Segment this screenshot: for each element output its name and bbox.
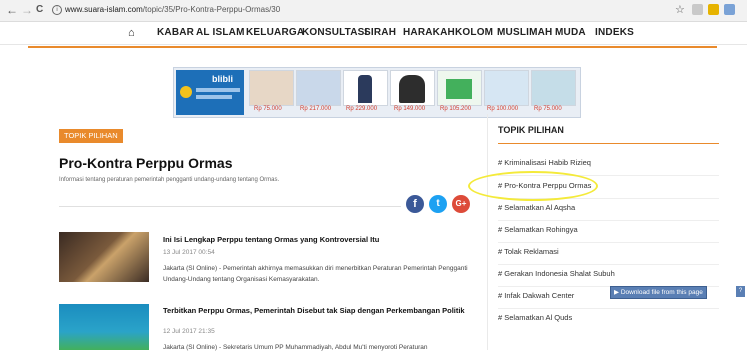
nav-item-konsultasi[interactable]: KONSULTASI bbox=[302, 27, 368, 38]
sidebar-separator bbox=[498, 264, 719, 265]
sidebar-title-underline bbox=[498, 143, 719, 144]
ad-product-image bbox=[484, 70, 529, 106]
sidebar-topic-link[interactable]: # Selamatkan Al Aqsha bbox=[498, 203, 718, 212]
sidebar-topic-link[interactable]: # Gerakan Indonesia Shalat Subuh bbox=[498, 269, 718, 278]
sidebar-separator bbox=[498, 220, 719, 221]
ad-price: Rp 229.000 bbox=[346, 106, 378, 112]
page-title: Pro-Kontra Perppu Ormas bbox=[59, 155, 233, 171]
nav-item-indeks[interactable]: INDEKS bbox=[595, 27, 634, 38]
nav-item-kolom[interactable]: KOLOM bbox=[455, 27, 493, 38]
download-file-button[interactable]: ▶ Download file from this page bbox=[610, 286, 707, 299]
extension-icon[interactable] bbox=[724, 4, 735, 15]
sidebar-title: TOPIK PILIHAN bbox=[498, 125, 564, 135]
nav-divider bbox=[28, 46, 717, 48]
ad-brand-name: blibli bbox=[212, 74, 233, 84]
ad-product-image bbox=[390, 70, 435, 106]
ad-product-image bbox=[249, 70, 294, 106]
ad-brand-logo: blibli bbox=[176, 70, 244, 115]
nav-item-harakah[interactable]: HARAKAH bbox=[403, 27, 455, 38]
sidebar: TOPIK PILIHAN # Kriminalisasi Habib Rizi… bbox=[487, 114, 721, 350]
ad-price: Rp 217.000 bbox=[300, 106, 332, 112]
ad-price: Rp 75.000 bbox=[534, 106, 562, 112]
nav-item-al-islam[interactable]: AL ISLAM bbox=[196, 27, 245, 38]
highlight-circle bbox=[468, 171, 598, 201]
nav-item-sirah[interactable]: SIRAH bbox=[364, 27, 396, 38]
twitter-share-icon[interactable]: t bbox=[429, 195, 447, 213]
content-divider bbox=[59, 206, 401, 207]
ad-text-line bbox=[196, 88, 240, 92]
download-label: Download file from this page bbox=[620, 289, 703, 296]
ad-text-line bbox=[196, 95, 232, 99]
ad-price: Rp 75.000 bbox=[254, 106, 282, 112]
article-title[interactable]: Ini Isi Lengkap Perppu tentang Ormas yan… bbox=[163, 234, 468, 245]
ad-banner[interactable]: blibli Rp 75.000 Rp 217.000 Rp 229.000 R… bbox=[173, 67, 581, 118]
nav-item-kabar[interactable]: KABAR bbox=[157, 27, 194, 38]
bookmark-star-icon[interactable]: ☆ bbox=[675, 3, 685, 17]
article-date: 13 Jul 2017 00:54 bbox=[163, 249, 215, 256]
home-icon[interactable]: ⌂ bbox=[128, 27, 135, 39]
url-host: www.suara-islam.com bbox=[65, 5, 143, 14]
url-path: /topic/35/Pro-Kontra-Perppu-Ormas/30 bbox=[142, 5, 281, 14]
forward-arrow-icon[interactable]: → bbox=[21, 3, 33, 17]
site-navigation: ⌂ KABAR AL ISLAM KELUARGA KONSULTASI SIR… bbox=[0, 22, 747, 45]
browser-toolbar: ← → C i www.suara-islam.com/topic/35/Pro-… bbox=[0, 0, 747, 22]
topic-badge: TOPIK PILIHAN bbox=[59, 129, 123, 143]
info-icon: i bbox=[52, 4, 62, 15]
sidebar-separator bbox=[498, 242, 719, 243]
address-bar[interactable]: i www.suara-islam.com/topic/35/Pro-Kontra… bbox=[52, 3, 280, 17]
ad-price: Rp 149.000 bbox=[394, 106, 426, 112]
nav-item-muslimah[interactable]: MUSLIMAH bbox=[497, 27, 552, 38]
sidebar-topic-link[interactable]: # Selamatkan Al Quds bbox=[498, 313, 718, 322]
article-thumbnail[interactable] bbox=[59, 232, 149, 282]
article-thumbnail[interactable] bbox=[59, 304, 149, 350]
article-excerpt: Jakarta (SI Online) - Sekretaris Umum PP… bbox=[163, 344, 428, 351]
ad-price: Rp 105.200 bbox=[440, 106, 472, 112]
ad-price: Rp 100.000 bbox=[487, 106, 519, 112]
sidebar-topic-link[interactable]: # Kriminalisasi Habib Rizieq bbox=[498, 158, 718, 167]
article-excerpt: Jakarta (SI Online) - Pemerintah akhirny… bbox=[163, 265, 468, 283]
ad-product-image bbox=[437, 70, 482, 106]
extension-icon[interactable] bbox=[692, 4, 703, 15]
extension-icon[interactable] bbox=[708, 4, 719, 15]
sidebar-topic-link[interactable]: # Tolak Reklamasi bbox=[498, 247, 718, 256]
sidebar-separator bbox=[498, 308, 719, 309]
reload-icon[interactable]: C bbox=[36, 3, 43, 17]
nav-item-muda[interactable]: MUDA bbox=[555, 27, 586, 38]
sidebar-topic-link[interactable]: # Selamatkan Rohingya bbox=[498, 225, 718, 234]
google-plus-share-icon[interactable]: G+ bbox=[452, 195, 470, 213]
ad-product-image bbox=[531, 70, 576, 106]
ad-badge-icon bbox=[180, 86, 192, 98]
ad-product-image bbox=[296, 70, 341, 106]
ad-product-image bbox=[343, 70, 388, 106]
facebook-share-icon[interactable]: f bbox=[406, 195, 424, 213]
back-arrow-icon[interactable]: ← bbox=[6, 3, 18, 17]
page-description: Informasi tentang peraturan pemerintah p… bbox=[59, 177, 280, 183]
help-icon[interactable]: ? bbox=[736, 286, 745, 297]
nav-item-keluarga[interactable]: KELUARGA bbox=[246, 27, 304, 38]
article-title[interactable]: Terbitkan Perppu Ormas, Pemerintah Diseb… bbox=[163, 305, 468, 316]
article-date: 12 Jul 2017 21:35 bbox=[163, 328, 215, 335]
